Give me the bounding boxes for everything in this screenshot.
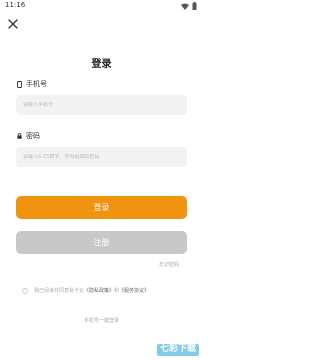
page-title: 登录 bbox=[91, 59, 112, 70]
forgot-password-link[interactable]: 忘记密码 bbox=[159, 261, 179, 268]
watermark-url: www.xxxx.com bbox=[170, 353, 193, 357]
agreement-text: 我已阅读并同意易卡云《隐私政策》和《服务协议》 bbox=[34, 287, 149, 294]
watermark: 七彩下载 www.xxxx.com bbox=[156, 344, 199, 357]
lock-icon bbox=[17, 133, 22, 139]
privacy-policy-link[interactable]: 《隐私政策》 bbox=[84, 288, 114, 294]
close-button[interactable] bbox=[7, 18, 19, 30]
wifi-icon bbox=[181, 3, 189, 10]
agreement-row: 我已阅读并同意易卡云《隐私政策》和《服务协议》 bbox=[22, 287, 149, 294]
password-input[interactable] bbox=[23, 154, 187, 160]
password-field[interactable] bbox=[16, 147, 187, 167]
status-icons bbox=[181, 2, 197, 10]
login-button[interactable]: 登录 bbox=[16, 196, 187, 219]
quick-login-link[interactable]: 手机号一键登录 bbox=[0, 317, 203, 324]
phone-input[interactable] bbox=[23, 102, 187, 108]
status-bar: 11:16 bbox=[0, 0, 203, 14]
password-label: 密码 bbox=[17, 131, 40, 141]
register-button[interactable]: 注册 bbox=[16, 231, 187, 254]
service-agreement-link[interactable]: 《服务协议》 bbox=[119, 288, 149, 294]
phone-field[interactable] bbox=[16, 95, 187, 115]
status-time: 11:16 bbox=[5, 1, 26, 9]
phone-label: 手机号 bbox=[17, 79, 47, 89]
battery-icon bbox=[192, 2, 197, 10]
agreement-checkbox[interactable] bbox=[22, 287, 28, 294]
close-icon bbox=[7, 18, 19, 30]
phone-icon bbox=[17, 80, 22, 88]
password-label-text: 密码 bbox=[26, 132, 40, 140]
phone-label-text: 手机号 bbox=[26, 80, 47, 88]
agreement-prefix: 我已阅读并同意易卡云 bbox=[34, 288, 85, 294]
